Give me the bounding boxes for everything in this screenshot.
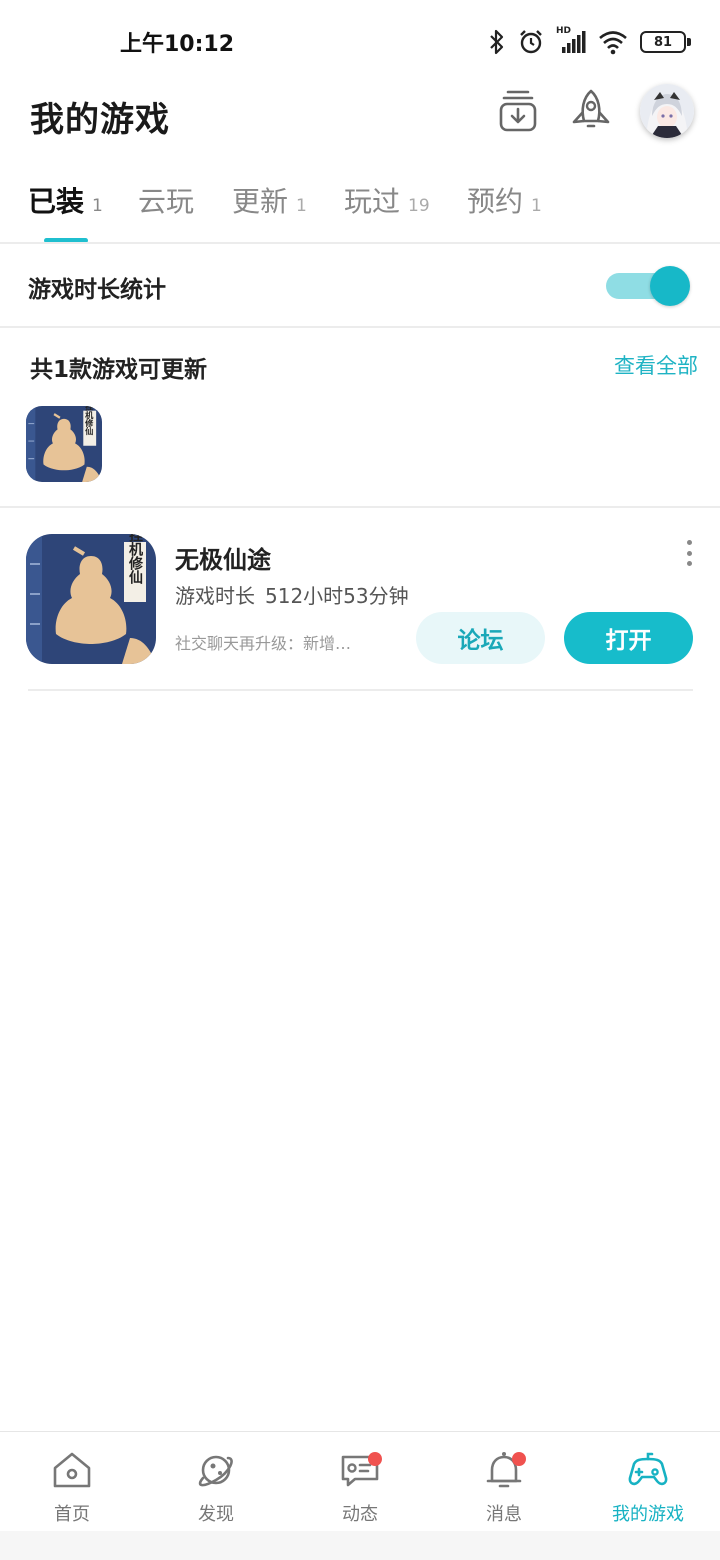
- nav-messages[interactable]: 消息: [432, 1432, 576, 1532]
- game-name[interactable]: 无极仙途: [175, 540, 271, 575]
- tab-cloud-play[interactable]: 云玩: [138, 180, 194, 220]
- home-icon: [53, 1452, 91, 1488]
- nav-label: 发现: [198, 1504, 234, 1525]
- icon-calligraphy: 挂机修仙: [84, 406, 95, 436]
- game-icon[interactable]: 挂机修仙: [26, 534, 156, 664]
- toggle-knob: [650, 266, 690, 306]
- tab-reserved[interactable]: 预约 1: [467, 180, 542, 220]
- planet-icon: [198, 1455, 233, 1487]
- more-dot: [686, 561, 692, 566]
- header: 我的游戏: [0, 84, 720, 144]
- gamepad-icon: [628, 1452, 668, 1486]
- more-dot: [686, 550, 692, 556]
- tab-updates[interactable]: 更新 1: [232, 180, 307, 220]
- game-news-snippet[interactable]: 社交聊天再升级：新增…: [175, 630, 385, 654]
- alarm-icon: [520, 30, 542, 54]
- tab-played[interactable]: 玩过 19: [344, 180, 430, 220]
- rocket-icon: [572, 89, 610, 128]
- status-icons: HD 81: [488, 26, 691, 58]
- bottom-nav: 首页 发现 动态 消息 我的游戏: [0, 1431, 720, 1531]
- nav-label: 我的游戏: [612, 1504, 684, 1525]
- system-gesture-area: [0, 1531, 720, 1560]
- tab-label: 已装: [28, 185, 85, 218]
- tab-label: 云玩: [138, 185, 195, 218]
- nav-discover[interactable]: 发现: [144, 1432, 288, 1532]
- nav-label: 首页: [54, 1504, 90, 1525]
- wifi-icon: [599, 31, 627, 55]
- tab-count: 1: [92, 196, 103, 216]
- nav-home[interactable]: 首页: [0, 1432, 144, 1532]
- playtime-value: 512小时53分钟: [265, 584, 409, 608]
- download-manager-button[interactable]: [491, 84, 545, 138]
- status-bar: 上午10:12 HD 81: [0, 0, 720, 84]
- update-count-title: 共1款游戏可更新: [30, 357, 208, 383]
- nav-label: 动态: [342, 1504, 378, 1525]
- more-dot: [686, 540, 692, 545]
- nav-label: 消息: [486, 1504, 522, 1525]
- tab-bar: 已装 1 云玩 更新 1 玩过 19 预约 1: [0, 180, 720, 243]
- page-title: 我的游戏: [30, 100, 170, 140]
- tab-count: 19: [408, 196, 430, 216]
- forum-button[interactable]: 论坛: [416, 612, 545, 664]
- status-time: 上午10:12: [120, 32, 235, 57]
- battery-level: 81: [653, 34, 673, 50]
- download-box-icon: [499, 90, 537, 132]
- tab-label: 预约: [467, 185, 524, 218]
- game-playtime: 游戏时长 512小时53分钟: [175, 580, 409, 609]
- signal-icon: HD: [556, 26, 586, 55]
- icon-calligraphy: 挂机修仙: [127, 534, 144, 585]
- notification-badge: [368, 1452, 382, 1466]
- divider: [0, 506, 720, 508]
- update-game-icon[interactable]: 挂机修仙: [26, 406, 102, 482]
- speed-boost-button[interactable]: [564, 84, 618, 138]
- tab-label: 更新: [232, 185, 289, 218]
- playtime-stats-toggle[interactable]: [606, 266, 692, 306]
- nav-feed[interactable]: 动态: [288, 1432, 432, 1532]
- open-game-button[interactable]: 打开: [564, 612, 693, 664]
- playtime-stats-label: 游戏时长统计: [28, 277, 166, 303]
- bluetooth-icon: [490, 29, 504, 55]
- battery-indicator: 81: [640, 31, 691, 53]
- divider: [0, 326, 720, 328]
- tab-label: 玩过: [344, 185, 401, 218]
- notification-badge: [512, 1452, 526, 1466]
- tab-count: 1: [531, 196, 542, 216]
- nav-my-games[interactable]: 我的游戏: [576, 1432, 720, 1532]
- tab-installed[interactable]: 已装 1: [28, 180, 103, 220]
- avatar[interactable]: [640, 84, 694, 138]
- divider: [0, 242, 720, 244]
- playtime-label: 游戏时长: [175, 584, 255, 608]
- tab-count: 1: [296, 196, 307, 216]
- more-options-button[interactable]: [676, 540, 702, 566]
- divider: [28, 689, 693, 691]
- view-all-link[interactable]: 查看全部: [614, 350, 698, 380]
